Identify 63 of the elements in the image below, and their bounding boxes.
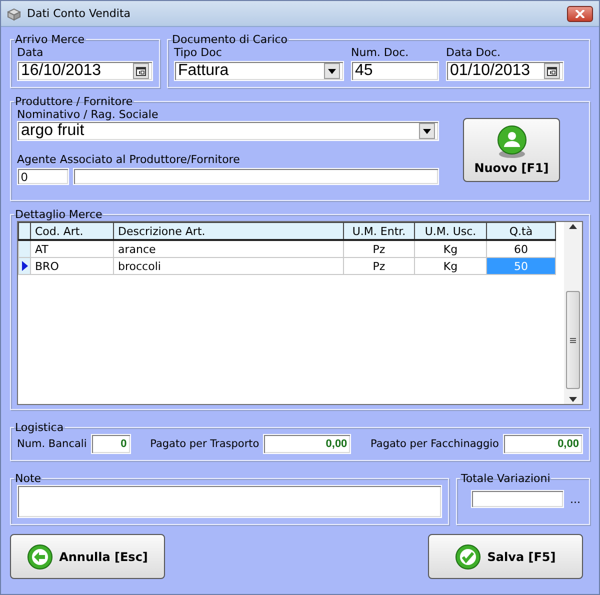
column-header[interactable]: Descrizione Art. bbox=[114, 222, 344, 240]
field-label: Nominativo / Rag. Sociale bbox=[17, 108, 160, 121]
calendar-icon[interactable] bbox=[133, 63, 149, 79]
document-type-dropdown[interactable]: Fattura bbox=[174, 61, 344, 81]
field-label: Data bbox=[17, 46, 44, 59]
table-cell: Kg bbox=[414, 258, 486, 274]
group-legend: Documento di Carico bbox=[171, 33, 289, 46]
group-legend: Produttore / Fornitore bbox=[14, 95, 134, 108]
field-label: Pagato per Trasporto bbox=[150, 438, 260, 450]
new-button[interactable]: Nuovo [F1] bbox=[463, 118, 560, 182]
field-label: Tipo Doc bbox=[174, 46, 223, 59]
scroll-up-icon[interactable] bbox=[569, 224, 577, 229]
calendar-icon[interactable] bbox=[544, 63, 560, 79]
total-field[interactable] bbox=[471, 490, 564, 508]
scroll-down-icon[interactable] bbox=[569, 397, 577, 402]
checkmark-icon bbox=[455, 544, 482, 570]
field-label: Data Doc. bbox=[446, 46, 502, 59]
row-selector[interactable] bbox=[18, 240, 30, 258]
vertical-scrollbar[interactable] bbox=[564, 222, 582, 404]
column-header[interactable]: U.M. Entr. bbox=[344, 222, 414, 240]
field-label: Num. Bancali bbox=[17, 438, 87, 450]
field-label: Agente Associato al Produttore/Fornitore bbox=[17, 153, 241, 166]
table-cell: broccoli bbox=[114, 258, 344, 274]
document-number-field[interactable]: 45 bbox=[351, 61, 439, 81]
agent-name-field[interactable] bbox=[73, 168, 439, 185]
corner-header bbox=[18, 222, 30, 240]
table-cell: AT bbox=[30, 240, 114, 258]
current-row-icon bbox=[20, 261, 28, 271]
save-button[interactable]: Salva [F5] bbox=[428, 534, 583, 579]
field-label: Pagato per Facchinaggio bbox=[370, 438, 499, 450]
column-header[interactable]: U.M. Usc. bbox=[414, 222, 486, 240]
scrollbar-thumb[interactable] bbox=[566, 291, 580, 389]
group-legend: Note bbox=[14, 472, 42, 485]
grip-icon bbox=[570, 338, 576, 342]
table-cell: 60 bbox=[486, 240, 556, 258]
group-legend: Arrivo Merce bbox=[14, 33, 86, 46]
table-cell: arance bbox=[114, 240, 344, 258]
close-icon bbox=[575, 10, 585, 18]
table-cell: Pz bbox=[344, 240, 414, 258]
window-title: Dati Conto Vendita bbox=[27, 7, 132, 20]
date-field[interactable]: 16/10/2013 bbox=[17, 61, 153, 81]
group-legend: Dettaglio Merce bbox=[14, 208, 104, 221]
column-header[interactable]: Q.tà bbox=[486, 222, 556, 240]
amount-field[interactable]: 0,00 bbox=[502, 434, 583, 454]
cancel-button[interactable]: Annulla [Esc] bbox=[10, 534, 165, 579]
ellipsis-text: ... bbox=[570, 492, 580, 506]
column-header[interactable]: Cod. Art. bbox=[30, 222, 114, 240]
amount-field[interactable]: 0,00 bbox=[263, 434, 352, 454]
agent-code-field[interactable]: 0 bbox=[17, 168, 69, 185]
date-field[interactable]: 01/10/2013 bbox=[446, 61, 564, 81]
table-cell: 50 bbox=[486, 258, 556, 274]
field-label: Num. Doc. bbox=[351, 46, 410, 59]
close-button[interactable] bbox=[567, 6, 593, 22]
box-icon bbox=[7, 6, 21, 20]
table-cell: BRO bbox=[30, 258, 114, 274]
group-legend: Logistica bbox=[14, 421, 65, 434]
supplier-dropdown[interactable]: argo fruit bbox=[17, 121, 439, 141]
note-field[interactable] bbox=[17, 485, 442, 518]
amount-field[interactable]: 0 bbox=[90, 434, 131, 454]
table-cell: Pz bbox=[344, 258, 414, 274]
table-cell: Kg bbox=[414, 240, 486, 258]
row-selector[interactable] bbox=[18, 258, 30, 274]
group-legend: Totale Variazioni bbox=[460, 472, 552, 485]
